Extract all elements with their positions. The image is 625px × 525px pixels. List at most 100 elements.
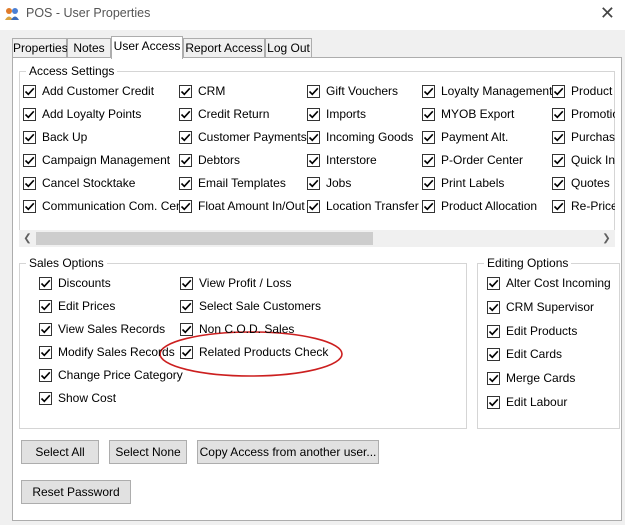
check-icon[interactable] — [552, 130, 565, 144]
check-icon[interactable] — [39, 299, 52, 313]
checkbox-add-loyalty-points[interactable]: Add Loyalty Points — [23, 106, 141, 122]
select-all-button[interactable]: Select All — [21, 440, 99, 464]
checkbox-imports[interactable]: Imports — [307, 106, 366, 122]
checkbox-campaign-management[interactable]: Campaign Management — [23, 152, 170, 168]
check-icon[interactable] — [23, 130, 36, 144]
check-icon[interactable] — [487, 324, 500, 338]
access-settings-scrollbar[interactable]: ❮ ❯ — [19, 230, 615, 247]
checkbox-edit-labour[interactable]: Edit Labour — [487, 394, 567, 410]
checkbox-view-sales-records[interactable]: View Sales Records — [39, 321, 165, 337]
checkbox-alter-cost-incoming[interactable]: Alter Cost Incoming — [487, 275, 611, 291]
checkbox-promotio[interactable]: Promotio — [552, 106, 615, 122]
checkbox-incoming-goods[interactable]: Incoming Goods — [307, 129, 413, 145]
checkbox-quotes[interactable]: Quotes — [552, 175, 615, 191]
checkbox-location-transfer[interactable]: Location Transfer — [307, 198, 419, 214]
checkbox-modify-sales-records[interactable]: Modify Sales Records — [39, 344, 175, 360]
check-icon[interactable] — [39, 368, 52, 382]
checkbox-product[interactable]: Product — [552, 83, 615, 99]
close-icon[interactable]: ✕ — [600, 4, 615, 22]
reset-password-button[interactable]: Reset Password — [21, 480, 131, 504]
checkbox-edit-cards[interactable]: Edit Cards — [487, 346, 562, 362]
check-icon[interactable] — [39, 276, 52, 290]
tab-report-access[interactable]: Report Access — [183, 38, 265, 58]
select-none-button[interactable]: Select None — [109, 440, 187, 464]
checkbox-view-profit-loss[interactable]: View Profit / Loss — [180, 275, 291, 291]
check-icon[interactable] — [422, 199, 435, 213]
check-icon[interactable] — [487, 300, 500, 314]
checkbox-email-templates[interactable]: Email Templates — [179, 175, 286, 191]
checkbox-purchase[interactable]: Purchase — [552, 129, 615, 145]
check-icon[interactable] — [180, 276, 193, 290]
checkbox-show-cost[interactable]: Show Cost — [39, 390, 116, 406]
checkbox-quick-in[interactable]: Quick In — [552, 152, 615, 168]
checkbox-credit-return[interactable]: Credit Return — [179, 106, 269, 122]
checkbox-select-sale-customers[interactable]: Select Sale Customers — [180, 298, 321, 314]
check-icon[interactable] — [307, 107, 320, 121]
checkbox-crm-supervisor[interactable]: CRM Supervisor — [487, 299, 594, 315]
tab-user-access[interactable]: User Access — [111, 36, 183, 59]
tab-notes[interactable]: Notes — [67, 38, 111, 58]
checkbox-gift-vouchers[interactable]: Gift Vouchers — [307, 83, 398, 99]
check-icon[interactable] — [23, 199, 36, 213]
checkbox-print-labels[interactable]: Print Labels — [422, 175, 504, 191]
check-icon[interactable] — [39, 345, 52, 359]
check-icon[interactable] — [422, 130, 435, 144]
check-icon[interactable] — [487, 276, 500, 290]
checkbox-merge-cards[interactable]: Merge Cards — [487, 370, 575, 386]
checkbox-communication-com-cen[interactable]: Communication Com. Cen. — [23, 198, 186, 214]
check-icon[interactable] — [179, 199, 192, 213]
check-icon[interactable] — [422, 176, 435, 190]
check-icon[interactable] — [487, 395, 500, 409]
check-icon[interactable] — [180, 345, 193, 359]
check-icon[interactable] — [487, 347, 500, 361]
checkbox-payment-alt[interactable]: Payment Alt. — [422, 129, 508, 145]
check-icon[interactable] — [23, 176, 36, 190]
check-icon[interactable] — [39, 391, 52, 405]
check-icon[interactable] — [179, 153, 192, 167]
tab-properties[interactable]: Properties — [12, 38, 68, 58]
check-icon[interactable] — [179, 107, 192, 121]
checkbox-customer-payments[interactable]: Customer Payments — [179, 129, 307, 145]
check-icon[interactable] — [552, 84, 565, 98]
check-icon[interactable] — [307, 176, 320, 190]
checkbox-edit-prices[interactable]: Edit Prices — [39, 298, 115, 314]
check-icon[interactable] — [307, 84, 320, 98]
check-icon[interactable] — [487, 371, 500, 385]
checkbox-loyalty-management[interactable]: Loyalty Management — [422, 83, 552, 99]
checkbox-non-c-o-d-sales[interactable]: Non C.O.D. Sales — [180, 321, 294, 337]
check-icon[interactable] — [552, 176, 565, 190]
checkbox-change-price-category[interactable]: Change Price Category — [39, 367, 183, 383]
checkbox-jobs[interactable]: Jobs — [307, 175, 351, 191]
check-icon[interactable] — [179, 176, 192, 190]
scroll-left-icon[interactable]: ❮ — [19, 230, 36, 247]
check-icon[interactable] — [422, 107, 435, 121]
check-icon[interactable] — [552, 107, 565, 121]
checkbox-myob-export[interactable]: MYOB Export — [422, 106, 514, 122]
check-icon[interactable] — [23, 153, 36, 167]
check-icon[interactable] — [180, 322, 193, 336]
checkbox-discounts[interactable]: Discounts — [39, 275, 111, 291]
check-icon[interactable] — [179, 130, 192, 144]
check-icon[interactable] — [307, 199, 320, 213]
check-icon[interactable] — [422, 153, 435, 167]
copy-access-button[interactable]: Copy Access from another user... — [197, 440, 379, 464]
check-icon[interactable] — [23, 84, 36, 98]
checkbox-add-customer-credit[interactable]: Add Customer Credit — [23, 83, 154, 99]
checkbox-edit-products[interactable]: Edit Products — [487, 323, 577, 339]
check-icon[interactable] — [307, 153, 320, 167]
checkbox-float-amount-in-out[interactable]: Float Amount In/Out — [179, 198, 305, 214]
scroll-right-icon[interactable]: ❯ — [598, 230, 615, 247]
checkbox-cancel-stocktake[interactable]: Cancel Stocktake — [23, 175, 135, 191]
scroll-thumb[interactable] — [36, 232, 373, 245]
tab-log-out[interactable]: Log Out — [265, 38, 312, 58]
checkbox-crm[interactable]: CRM — [179, 83, 225, 99]
checkbox-re-price[interactable]: Re-Price — [552, 198, 615, 214]
check-icon[interactable] — [39, 322, 52, 336]
check-icon[interactable] — [307, 130, 320, 144]
checkbox-interstore[interactable]: Interstore — [307, 152, 377, 168]
check-icon[interactable] — [552, 199, 565, 213]
check-icon[interactable] — [180, 299, 193, 313]
check-icon[interactable] — [23, 107, 36, 121]
checkbox-product-allocation[interactable]: Product Allocation — [422, 198, 537, 214]
checkbox-p-order-center[interactable]: P-Order Center — [422, 152, 523, 168]
